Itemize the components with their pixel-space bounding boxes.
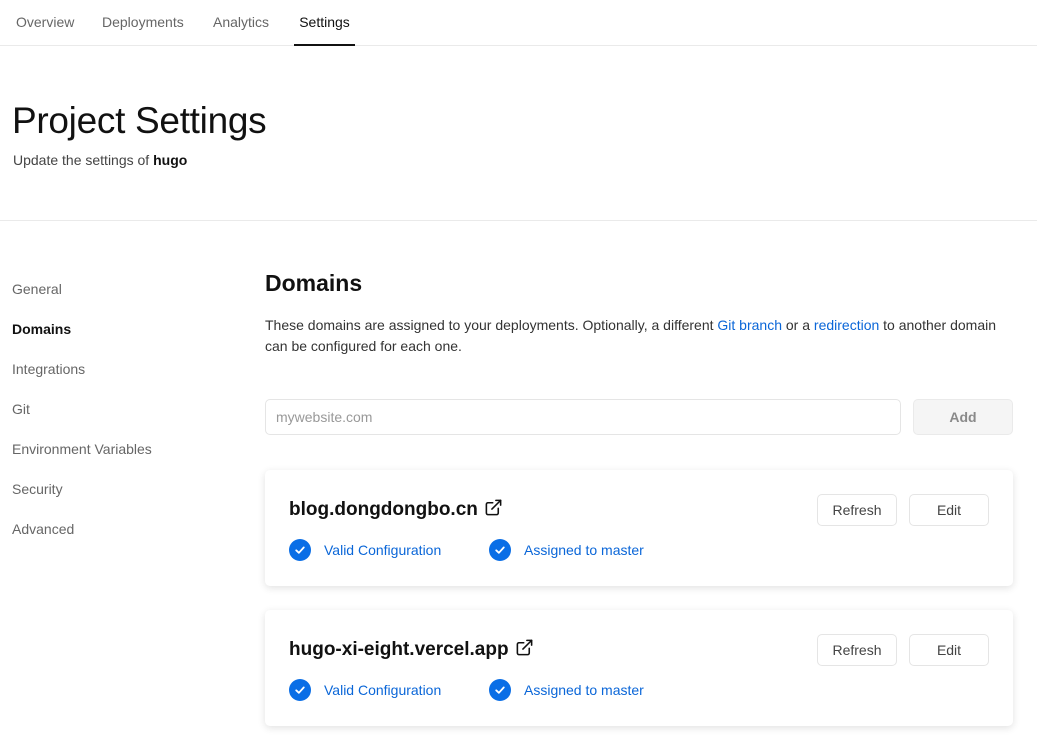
assigned-branch-status: Assigned to master: [489, 679, 644, 701]
domain-name-text: blog.dongdongbo.cn: [289, 499, 478, 520]
external-link-icon[interactable]: [515, 638, 534, 663]
sidebar-item-git[interactable]: Git: [12, 398, 152, 438]
settings-sidebar: General Domains Integrations Git Environ…: [12, 278, 152, 558]
refresh-button[interactable]: Refresh: [817, 634, 897, 666]
assigned-branch-status: Assigned to master: [489, 539, 644, 561]
description-text-1: These domains are assigned to your deplo…: [265, 317, 714, 333]
tab-deployments[interactable]: Deployments: [99, 0, 187, 46]
domain-name: blog.dongdongbo.cn: [289, 498, 503, 523]
section-description: These domains are assigned to your deplo…: [265, 315, 1005, 357]
domain-name: hugo-xi-eight.vercel.app: [289, 638, 534, 663]
sidebar-item-general[interactable]: General: [12, 278, 152, 318]
add-button[interactable]: Add: [913, 399, 1013, 435]
check-circle-icon: [489, 539, 511, 561]
status-label: Valid Configuration: [324, 682, 442, 698]
tab-overview[interactable]: Overview: [13, 0, 77, 46]
domains-section: Domains These domains are assigned to yo…: [265, 270, 1013, 726]
page-header: Project Settings Update the settings of …: [0, 46, 1037, 221]
status-label: Assigned to master: [524, 682, 644, 698]
refresh-button[interactable]: Refresh: [817, 494, 897, 526]
valid-configuration-status: Valid Configuration: [289, 679, 441, 701]
sidebar-item-domains[interactable]: Domains: [12, 318, 152, 358]
external-link-icon[interactable]: [484, 498, 503, 523]
edit-button[interactable]: Edit: [909, 494, 989, 526]
domain-card: blog.dongdongbo.cn Refresh Edit Valid Co…: [265, 470, 1013, 586]
top-navigation: Overview Deployments Analytics Settings: [0, 0, 1037, 46]
description-text-2: or a: [785, 317, 811, 333]
page-subtitle: Update the settings of hugo: [13, 152, 187, 168]
status-label: Valid Configuration: [324, 542, 442, 558]
domain-input[interactable]: [265, 399, 901, 435]
sidebar-item-integrations[interactable]: Integrations: [12, 358, 152, 398]
subtitle-text: Update the settings of: [13, 152, 150, 168]
check-circle-icon: [489, 679, 511, 701]
status-label: Assigned to master: [524, 542, 644, 558]
domain-card: hugo-xi-eight.vercel.app Refresh Edit Va…: [265, 610, 1013, 726]
add-domain-row: Add: [265, 399, 1013, 435]
check-circle-icon: [289, 539, 311, 561]
git-branch-link[interactable]: Git branch: [717, 317, 782, 333]
section-title: Domains: [265, 270, 363, 296]
sidebar-item-environment-variables[interactable]: Environment Variables: [12, 438, 152, 478]
domain-name-text: hugo-xi-eight.vercel.app: [289, 639, 509, 660]
tab-settings[interactable]: Settings: [294, 0, 355, 46]
sidebar-item-security[interactable]: Security: [12, 478, 152, 518]
edit-button[interactable]: Edit: [909, 634, 989, 666]
page-title: Project Settings: [12, 100, 267, 141]
project-name: hugo: [153, 152, 188, 168]
valid-configuration-status: Valid Configuration: [289, 539, 441, 561]
check-circle-icon: [289, 679, 311, 701]
sidebar-item-advanced[interactable]: Advanced: [12, 518, 152, 558]
redirection-link[interactable]: redirection: [814, 317, 879, 333]
tab-analytics[interactable]: Analytics: [210, 0, 272, 46]
